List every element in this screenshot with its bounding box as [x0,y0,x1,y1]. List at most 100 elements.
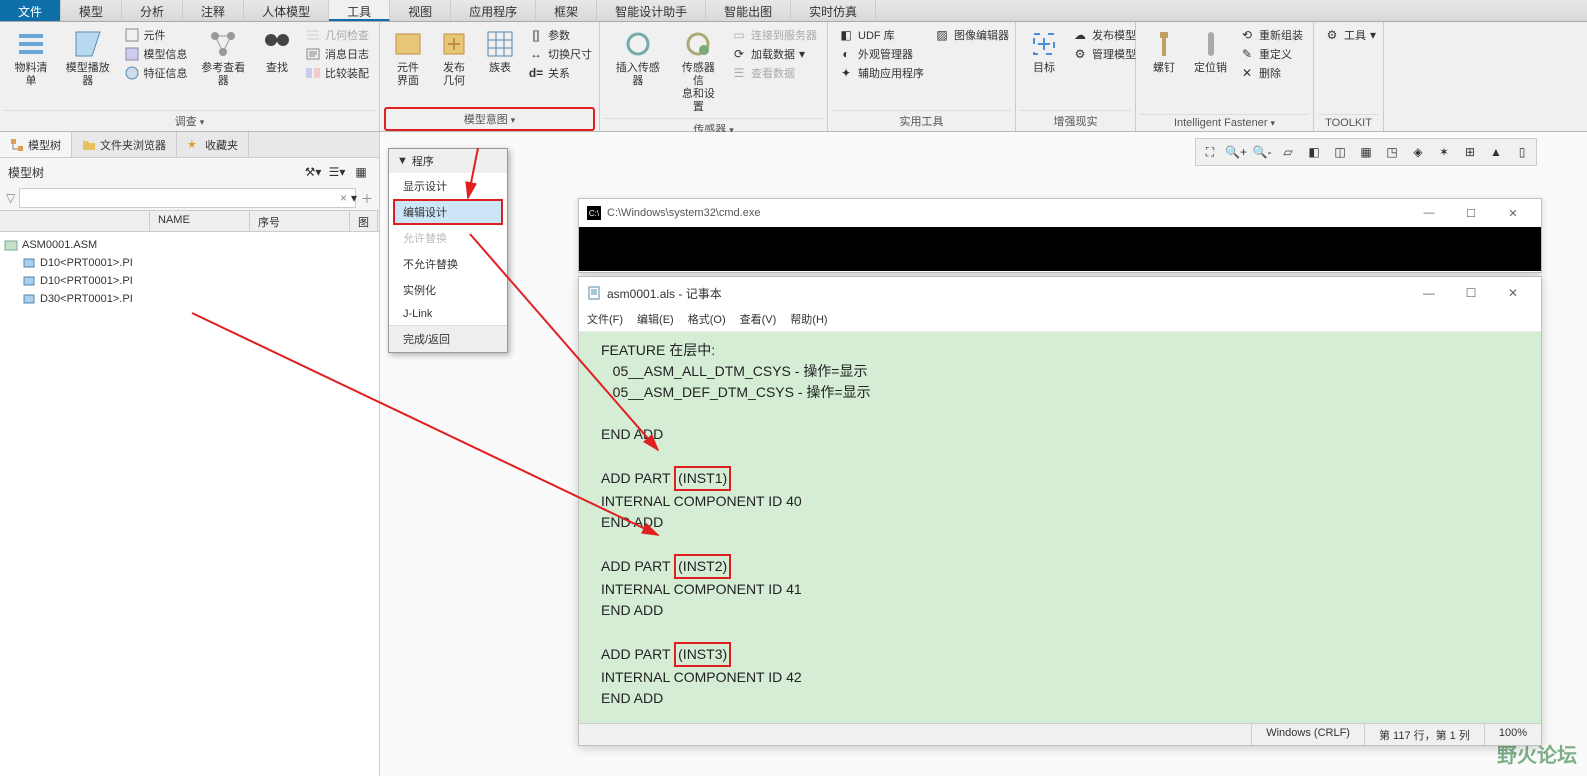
saved-view-icon[interactable]: ◫ [1328,141,1352,163]
tree-search-input[interactable] [19,188,356,208]
tree-display-icon[interactable]: ▦ [351,162,371,182]
menu-tab-model[interactable]: 模型 [61,0,122,21]
ribbon-group-label-model-intent[interactable]: 模型意图 [384,107,595,131]
load-data-button[interactable]: ⟳加载数据▾ [727,45,821,63]
find-button[interactable]: 查找 [255,26,299,77]
compare-asm-button[interactable]: 比较装配 [301,64,373,82]
image-editor-button[interactable]: ▨图像编辑器 [930,26,1013,44]
manage-model-button[interactable]: ⚙管理模型 [1068,45,1140,63]
zoom-in-icon[interactable]: 🔍+ [1224,141,1248,163]
cmd-maximize-button[interactable]: ☐ [1451,203,1491,223]
dowel-button[interactable]: 定位销 [1188,26,1233,77]
menu-tab-manikin[interactable]: 人体模型 [244,0,329,21]
component-button[interactable]: 元件 [120,26,192,44]
dd-instantiate[interactable]: 实例化 [389,277,507,303]
feature-info-button[interactable]: 特征信息 [120,64,192,82]
np-menu-view[interactable]: 查看(V) [740,311,777,327]
ribbon-group-label-investigate[interactable]: 调查 [4,110,375,131]
toggle-dims-button[interactable]: ↔切换尺寸 [524,45,596,63]
render-icon[interactable]: ▲ [1484,141,1508,163]
tree-item-0[interactable]: D10<PRT0001>.PI [0,254,379,272]
tree-item-1[interactable]: D10<PRT0001>.PI [0,272,379,290]
tree-show-icon[interactable]: ☰▾ [327,162,347,182]
tree-root-item[interactable]: ASM0001.ASM [0,236,379,254]
np-menu-file[interactable]: 文件(F) [587,311,623,327]
reassemble-button[interactable]: ⟲重新组装 [1235,26,1307,44]
view-mgr-icon[interactable]: ▦ [1354,141,1378,163]
notepad-body[interactable]: FEATURE 在层中: 05__ASM_ALL_DTM_CSYS - 操作=显… [579,332,1541,723]
cmd-minimize-button[interactable]: — [1409,203,1449,223]
menu-tab-view[interactable]: 视图 [390,0,451,21]
model-info-button[interactable]: 模型信息 [120,45,192,63]
side-tab-folders[interactable]: 文件夹浏览器 [72,132,177,157]
appearance-mgr-button[interactable]: ◐外观管理器 [834,45,928,63]
search-clear-icon[interactable]: × [340,191,347,205]
tree-col-name[interactable]: NAME [150,211,250,231]
ribbon-group-label-fastener[interactable]: Intelligent Fastener [1140,114,1309,131]
sensor-info-button[interactable]: 传感器信息和设置 [672,26,725,116]
menu-tab-annotation[interactable]: 注释 [183,0,244,21]
cmd-close-button[interactable]: ✕ [1493,203,1533,223]
insert-sensor-button[interactable]: 插入传感器 [606,26,670,90]
np-close-button[interactable]: ✕ [1493,283,1533,303]
bom-button[interactable]: 物料清单 [6,26,56,90]
menu-tab-tools[interactable]: 工具 [329,0,390,21]
tree-item-2[interactable]: D30<PRT0001>.PI [0,290,379,308]
search-dropdown-icon[interactable]: ▾ [351,191,357,205]
tree-settings-icon[interactable]: ⚒▾ [303,162,323,182]
side-tab-favorites[interactable]: ★收藏夹 [177,132,249,157]
dd-done-return[interactable]: 完成/返回 [389,325,507,352]
connect-server-button[interactable]: ▭连接到服务器 [727,26,821,44]
filter-icon[interactable]: ▽ [6,191,15,205]
zoom-out-icon[interactable]: 🔍- [1250,141,1274,163]
message-log-button[interactable]: 消息日志 [301,45,373,63]
menu-tab-simulate[interactable]: 实时仿真 [791,0,876,21]
cmd-body[interactable] [579,227,1541,271]
dd-jlink[interactable]: J-Link [389,303,507,325]
delete-button[interactable]: ✕删除 [1235,64,1307,82]
tree-col-seq[interactable]: 序号 [250,211,350,231]
view-data-button[interactable]: ☰查看数据 [727,64,821,82]
menu-tab-smartdesign[interactable]: 智能设计助手 [597,0,706,21]
relations-button[interactable]: d=关系 [524,64,596,82]
menu-tab-file[interactable]: 文件 [0,0,61,21]
publish-geometry-button[interactable]: 发布几何 [432,26,476,90]
np-maximize-button[interactable]: ☐ [1451,283,1491,303]
datum-icon[interactable]: ◈ [1406,141,1430,163]
component-interface-button[interactable]: 元件界面 [386,26,430,90]
sep-icon[interactable]: ▯ [1510,141,1534,163]
redefine-button[interactable]: ✎重定义 [1235,45,1307,63]
menu-tab-apps[interactable]: 应用程序 [451,0,536,21]
side-tab-tree[interactable]: 模型树 [0,132,72,157]
reference-viewer-button[interactable]: 参考查看器 [194,26,254,90]
dd-edit-design[interactable]: 编辑设计 [393,199,503,225]
aux-apps-button[interactable]: ✦辅助应用程序 [834,64,928,82]
annotation-icon[interactable]: ✶ [1432,141,1456,163]
publish-model-button[interactable]: ☁发布模型 [1068,26,1140,44]
notepad-titlebar[interactable]: asm0001.als - 记事本 — ☐ ✕ [579,277,1541,309]
np-menu-format[interactable]: 格式(O) [688,311,726,327]
menu-tab-analysis[interactable]: 分析 [122,0,183,21]
geometry-check-button[interactable]: 几何检查 [301,26,373,44]
cmd-titlebar[interactable]: C:\ C:\Windows\system32\cmd.exe — ☐ ✕ [579,199,1541,227]
menu-tab-smartdraw[interactable]: 智能出图 [706,0,791,21]
tree-add-icon[interactable]: ＋ [361,190,373,207]
menu-tab-frame[interactable]: 框架 [536,0,597,21]
dd-allow-replace[interactable]: 允许替换 [389,225,507,251]
dd-disallow-replace[interactable]: 不允许替换 [389,251,507,277]
family-table-button[interactable]: 族表 [478,26,522,77]
np-menu-edit[interactable]: 编辑(E) [637,311,674,327]
display-style-icon[interactable]: ◧ [1302,141,1326,163]
tree-col-img[interactable]: 图 [350,211,378,231]
udf-lib-button[interactable]: ◧UDF 库 [834,26,928,44]
np-menu-help[interactable]: 帮助(H) [790,311,827,327]
refit-icon[interactable]: ⛶ [1198,141,1222,163]
screw-button[interactable]: 螺钉 [1142,26,1186,77]
target-button[interactable]: 目标 [1022,26,1066,77]
model-player-button[interactable]: 模型播放器 [58,26,118,90]
perspective-icon[interactable]: ◳ [1380,141,1404,163]
spin-icon[interactable]: ⊞ [1458,141,1482,163]
dd-show-design[interactable]: 显示设计 [389,173,507,199]
parameters-button[interactable]: []参数 [524,26,596,44]
np-minimize-button[interactable]: — [1409,283,1449,303]
